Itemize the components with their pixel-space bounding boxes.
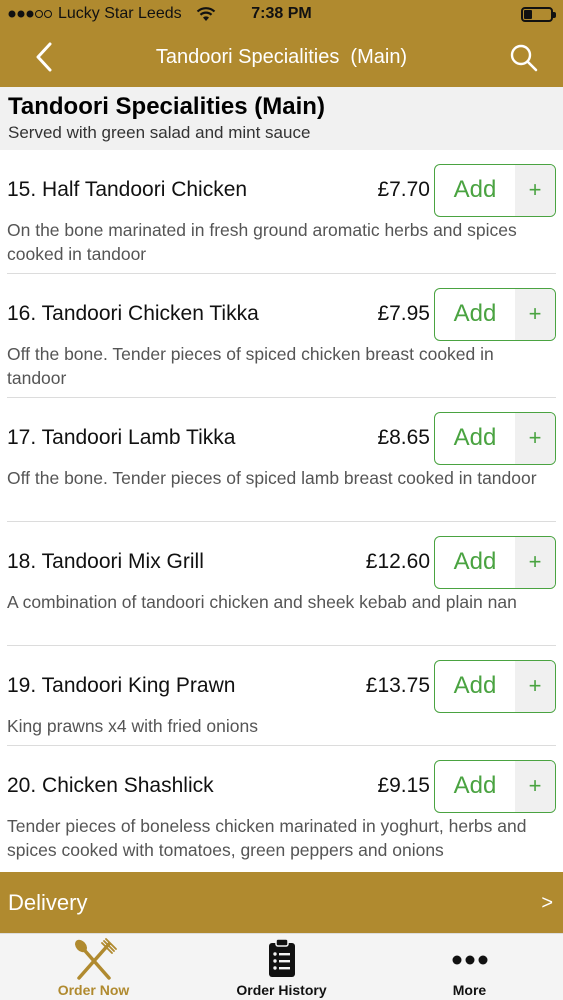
clock: 7:38 PM [251, 5, 312, 22]
menu-item: 16. Tandoori Chicken Tikka £7.95 Add + O… [7, 274, 556, 398]
plus-icon: + [515, 537, 555, 588]
back-chevron-icon[interactable] [28, 40, 62, 74]
more-dots-icon [452, 955, 487, 965]
tab-more[interactable]: More [376, 934, 563, 1000]
item-description: King prawns x4 with fried onions [7, 716, 258, 736]
menu-item: 18. Tandoori Mix Grill £12.60 Add + A co… [7, 522, 556, 646]
plus-icon: + [515, 413, 555, 464]
delivery-bar[interactable]: Delivery > [0, 872, 563, 933]
battery-icon [521, 7, 556, 22]
add-button-label: Add [453, 772, 497, 799]
item-price: £13.75 [365, 674, 430, 697]
add-button[interactable]: Add + [434, 760, 556, 813]
item-description: Tender pieces of boneless chicken marina… [7, 816, 527, 860]
status-bar: Lucky Star Leeds 7:38 PM [0, 0, 563, 30]
fork-knife-icon [74, 938, 117, 980]
tab-label: More [452, 982, 487, 998]
add-button-label: Add [453, 176, 497, 203]
plus-icon: + [515, 761, 555, 812]
category-title: Tandoori Specialities (Main) [8, 93, 325, 120]
add-button-label: Add [453, 672, 497, 699]
nav-bar: Tandoori Specialities (Main) [0, 30, 563, 87]
item-name: 18. Tandoori Mix Grill [7, 550, 204, 573]
item-price: £12.60 [365, 550, 430, 573]
category-subtitle: Served with green salad and mint sauce [8, 123, 311, 142]
add-button[interactable]: Add + [434, 412, 556, 465]
add-button-label: Add [453, 548, 497, 575]
add-button[interactable]: Add + [434, 164, 556, 217]
add-button[interactable]: Add + [434, 536, 556, 589]
add-button-label: Add [453, 424, 497, 451]
tab-order-now[interactable]: Order Now [0, 934, 187, 1000]
tab-order-history[interactable]: Order History [188, 934, 375, 1000]
menu-item: 20. Chicken Shashlick £9.15 Add + Tender… [7, 746, 556, 872]
item-price: £7.95 [377, 302, 430, 325]
search-icon[interactable] [509, 43, 539, 73]
item-name: 15. Half Tandoori Chicken [7, 178, 248, 201]
add-button[interactable]: Add + [434, 660, 556, 713]
menu-item: 15. Half Tandoori Chicken £7.70 Add + On… [7, 150, 556, 274]
item-name: 16. Tandoori Chicken Tikka [7, 302, 259, 325]
menu-list[interactable]: 15. Half Tandoori Chicken £7.70 Add + On… [0, 150, 563, 872]
nav-title: Tandoori Specialities (Main) [155, 46, 408, 68]
plus-icon: + [515, 661, 555, 712]
plus-icon: + [515, 289, 555, 340]
add-button[interactable]: Add + [434, 288, 556, 341]
item-description: Off the bone. Tender pieces of spiced ch… [7, 344, 494, 388]
menu-item: 17. Tandoori Lamb Tikka £8.65 Add + Off … [7, 398, 556, 522]
add-button-label: Add [453, 300, 497, 327]
clipboard-icon [268, 938, 295, 977]
plus-icon: + [515, 165, 555, 216]
item-description: On the bone marinated in fresh ground ar… [7, 220, 517, 264]
tab-label: Order History [236, 982, 327, 998]
item-description: A combination of tandoori chicken and sh… [7, 592, 517, 612]
delivery-label: Delivery [8, 890, 88, 915]
menu-item: 19. Tandoori King Prawn £13.75 Add + Kin… [7, 646, 556, 746]
chevron-right-icon: > [541, 892, 553, 914]
item-name: 20. Chicken Shashlick [7, 774, 214, 797]
tab-label: Order Now [57, 982, 130, 998]
item-description: Off the bone. Tender pieces of spiced la… [7, 468, 537, 488]
item-name: 17. Tandoori Lamb Tikka [7, 426, 236, 449]
item-price: £8.65 [377, 426, 430, 449]
item-name: 19. Tandoori King Prawn [7, 674, 236, 697]
item-price: £7.70 [377, 178, 430, 201]
tab-bar: Order Now Order History More [0, 933, 563, 1000]
category-header: Tandoori Specialities (Main) Served with… [0, 87, 563, 150]
item-price: £9.15 [377, 774, 430, 797]
